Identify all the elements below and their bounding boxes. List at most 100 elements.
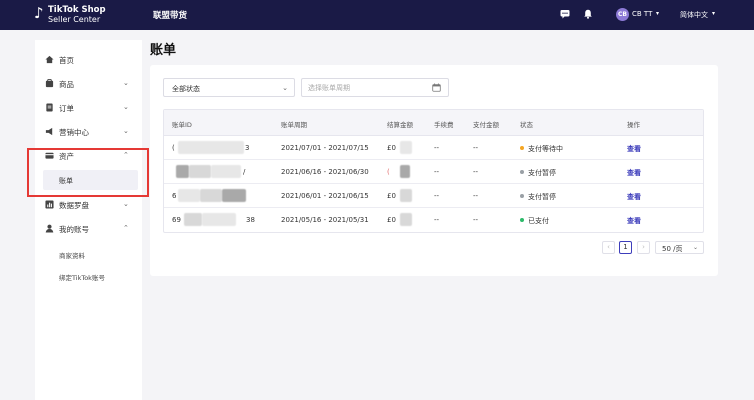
bill-id-prefix: ( bbox=[172, 144, 175, 152]
redacted-bill-id bbox=[176, 165, 189, 178]
pagination-next-button[interactable]: › bbox=[637, 241, 650, 254]
top-nav-affiliate[interactable]: 联盟带货 bbox=[153, 9, 187, 21]
sidebar-item-label: 首页 bbox=[59, 56, 74, 65]
sidebar-item-label: 营销中心 bbox=[59, 128, 89, 137]
sidebar-subitem-bind-tiktok[interactable]: 绑定TikTok账号 bbox=[59, 272, 105, 282]
page-title: 账单 bbox=[150, 43, 177, 58]
chevron-down-icon: ⌄ bbox=[123, 200, 129, 208]
redacted-bill-id bbox=[200, 189, 222, 202]
chevron-down-icon: ⌄ bbox=[123, 79, 129, 87]
bill-period: 2021/07/01 - 2021/07/15 bbox=[281, 144, 369, 152]
fee: -- bbox=[434, 144, 440, 152]
home-icon bbox=[45, 55, 54, 64]
bill-id-prefix: 6 bbox=[172, 192, 177, 200]
calendar-icon bbox=[432, 83, 441, 92]
logo-line2: Seller Center bbox=[48, 15, 101, 24]
sidebar-item-home[interactable]: 首页 bbox=[35, 50, 142, 70]
page-size-value: 50 /页 bbox=[662, 245, 683, 253]
fee: -- bbox=[434, 216, 440, 224]
status-badge: 支付暂停 bbox=[520, 192, 556, 202]
view-bill-link[interactable]: 查看 bbox=[627, 216, 641, 226]
redacted-amount bbox=[400, 165, 410, 178]
order-icon bbox=[46, 103, 53, 112]
pagination-prev-button[interactable]: ‹ bbox=[602, 241, 615, 254]
column-header-settlement: 结算金额 bbox=[387, 121, 413, 129]
chevron-up-icon: ⌃ bbox=[123, 224, 129, 232]
chevron-down-icon: ⌄ bbox=[692, 244, 698, 251]
settlement-amount: £0 bbox=[387, 144, 396, 152]
settlement-amount: £0 bbox=[387, 216, 396, 224]
status-badge: 已支付 bbox=[520, 216, 549, 226]
sidebar-subitem-merchant-profile[interactable]: 商家资料 bbox=[59, 250, 85, 260]
status-text: 支付暂停 bbox=[528, 169, 556, 177]
user-icon bbox=[45, 224, 54, 233]
chevron-down-icon[interactable]: ▾ bbox=[656, 10, 659, 17]
sidebar-item-my-account[interactable]: 我的账号 ⌃ bbox=[35, 219, 142, 239]
user-name[interactable]: CB TT bbox=[632, 10, 652, 18]
redacted-amount bbox=[400, 141, 412, 154]
bill-id-suffix: 3 bbox=[245, 144, 250, 152]
avatar[interactable]: CB bbox=[616, 8, 629, 21]
tiktok-note-icon: ♪ bbox=[34, 4, 44, 22]
sidebar-item-marketing[interactable]: 营销中心 ⌄ bbox=[35, 122, 142, 142]
bills-card: 全部状态 ⌄ 账单ID 账单周期 结算金额 手续费 支付金额 状态 操作 ( 3… bbox=[150, 65, 718, 276]
status-text: 支付暂停 bbox=[528, 193, 556, 201]
bell-icon[interactable] bbox=[583, 9, 593, 19]
paid-amount: -- bbox=[473, 168, 479, 176]
status-dot bbox=[520, 194, 524, 198]
top-bar: ♪ TikTok Shop Seller Center 联盟带货 CB CB T… bbox=[0, 0, 754, 30]
status-text: 已支付 bbox=[528, 217, 549, 225]
bill-period: 2021/05/16 - 2021/05/31 bbox=[281, 216, 369, 224]
settlement-amount: ( bbox=[387, 168, 390, 176]
pagination-current-page[interactable]: 1 bbox=[619, 241, 632, 254]
redacted-bill-id bbox=[178, 189, 200, 202]
bill-period: 2021/06/16 - 2021/06/30 bbox=[281, 168, 369, 176]
status-badge: 支付等待中 bbox=[520, 144, 563, 154]
bill-period-picker[interactable] bbox=[301, 78, 449, 97]
redacted-bill-id bbox=[178, 141, 244, 154]
fee: -- bbox=[434, 168, 440, 176]
status-filter-value: 全部状态 bbox=[172, 85, 200, 93]
settlement-amount: £0 bbox=[387, 192, 396, 200]
status-dot bbox=[520, 146, 524, 150]
message-icon[interactable] bbox=[560, 9, 570, 19]
chevron-down-icon: ⌄ bbox=[282, 84, 288, 92]
sidebar-item-products[interactable]: 商品 ⌄ bbox=[35, 74, 142, 94]
sidebar-item-label: 我的账号 bbox=[59, 225, 89, 234]
sidebar-item-label: 订单 bbox=[59, 104, 74, 113]
column-header-action: 操作 bbox=[627, 121, 640, 129]
paid-amount: -- bbox=[473, 192, 479, 200]
status-badge: 支付暂停 bbox=[520, 168, 556, 178]
view-bill-link[interactable]: 查看 bbox=[627, 144, 641, 154]
redacted-bill-id bbox=[222, 189, 246, 202]
bill-id-suffix: / bbox=[243, 168, 246, 176]
language-selector[interactable]: 简体中文 bbox=[680, 10, 708, 20]
bill-period-input[interactable] bbox=[308, 82, 428, 94]
view-bill-link[interactable]: 查看 bbox=[627, 168, 641, 178]
table-row: / 2021/06/16 - 2021/06/30 ( -- -- 支付暂停 查… bbox=[164, 160, 703, 184]
table-row: ( 3 2021/07/01 - 2021/07/15 £0 -- -- 支付等… bbox=[164, 136, 703, 160]
status-text: 支付等待中 bbox=[528, 145, 563, 153]
fee: -- bbox=[434, 192, 440, 200]
paid-amount: -- bbox=[473, 216, 479, 224]
view-bill-link[interactable]: 查看 bbox=[627, 192, 641, 202]
chevron-down-icon: ⌄ bbox=[123, 103, 129, 111]
table-header-row: 账单ID 账单周期 结算金额 手续费 支付金额 状态 操作 bbox=[164, 110, 703, 136]
redacted-bill-id bbox=[189, 165, 211, 178]
redacted-amount bbox=[400, 213, 412, 226]
redacted-amount bbox=[400, 189, 412, 202]
bill-id-prefix: 69 bbox=[172, 216, 181, 224]
sidebar-item-data-compass[interactable]: 数据罗盘 ⌄ bbox=[35, 195, 142, 215]
sidebar-item-label: 商品 bbox=[59, 80, 74, 89]
status-dot bbox=[520, 218, 524, 222]
sidebar-item-orders[interactable]: 订单 ⌄ bbox=[35, 98, 142, 118]
logo-line1: TikTok Shop bbox=[48, 5, 106, 15]
table-row: 69 38 2021/05/16 - 2021/05/31 £0 -- -- 已… bbox=[164, 208, 703, 232]
tiktok-shop-logo[interactable]: ♪ TikTok Shop Seller Center bbox=[34, 5, 114, 25]
bills-table: 账单ID 账单周期 结算金额 手续费 支付金额 状态 操作 ( 3 2021/0… bbox=[163, 109, 704, 233]
page-size-select[interactable]: 50 /页 ⌄ bbox=[655, 241, 704, 254]
chevron-down-icon[interactable]: ▾ bbox=[712, 10, 715, 17]
bill-period: 2021/06/01 - 2021/06/15 bbox=[281, 192, 369, 200]
bill-id-suffix: 38 bbox=[246, 216, 255, 224]
status-filter-select[interactable]: 全部状态 ⌄ bbox=[163, 78, 295, 97]
